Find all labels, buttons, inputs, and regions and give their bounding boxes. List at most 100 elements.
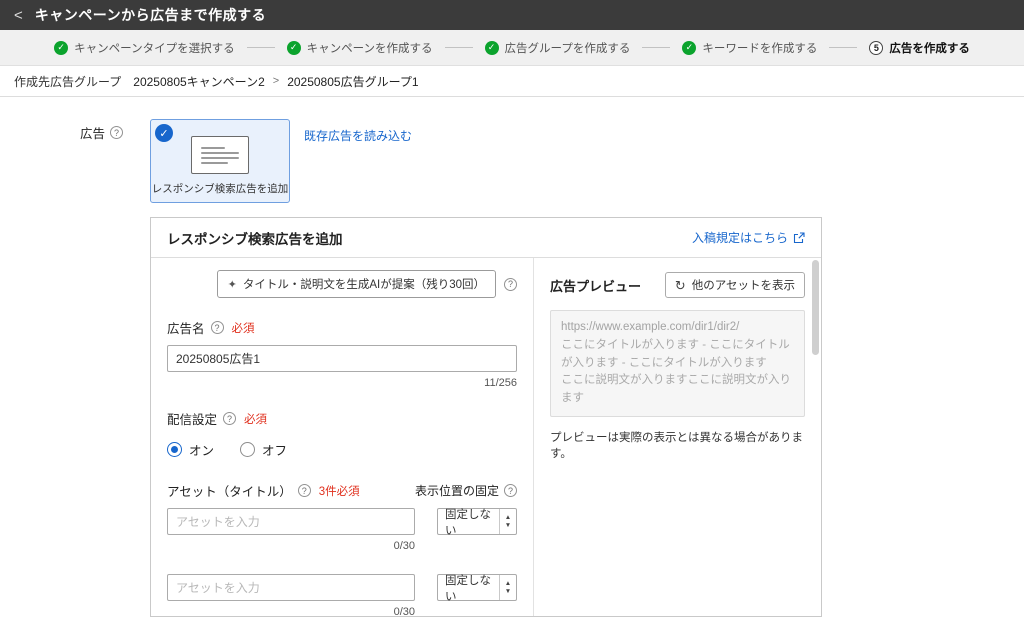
position-select-1[interactable]: 固定しない ▲ ▼	[437, 508, 517, 537]
show-other-assets-button[interactable]: ↻ 他のアセットを表示	[664, 272, 805, 298]
preview-title: 広告プレビュー	[550, 278, 642, 294]
step-label: 広告グループを作成する	[504, 42, 631, 55]
preview-url: https://www.example.com/dir1/dir2/	[561, 321, 740, 333]
ai-suggest-row: ✦ タイトル・説明文を生成AIが提案（残り30回） ?	[167, 270, 517, 298]
refresh-icon: ↻	[674, 277, 686, 293]
sparkle-icon: ✦	[227, 278, 237, 291]
radio-unselected-icon	[240, 442, 256, 457]
icon-line	[201, 146, 225, 149]
step-number-icon: 5	[869, 40, 884, 55]
guideline-link-text: 入稿規定はこちら	[691, 231, 788, 245]
caret-up-icon: ▲	[504, 514, 512, 522]
main-content: 広告 ? ✓ レスポンシブ検索広告を追加 既存広告を読み込む レスポンシブ検索広…	[0, 97, 1024, 618]
asset-title-input-2[interactable]	[167, 574, 415, 601]
step-create-campaign: ✓ キャンペーンを作成する	[286, 40, 433, 56]
asset-title-input-1[interactable]	[167, 508, 415, 535]
breadcrumb-prefix: 作成先広告グループ	[14, 74, 122, 89]
back-icon[interactable]: <	[14, 8, 23, 23]
radio-label-off: オフ	[262, 444, 288, 458]
asset-header-row: アセット（タイトル） ? 3件必須 表示位置の固定 ?	[167, 481, 517, 500]
step-check-icon: ✓	[682, 40, 697, 55]
asset-row-1: 0/30 固定しない ▲ ▼	[167, 500, 517, 552]
help-icon[interactable]: ?	[223, 412, 237, 425]
caret-up-icon: ▲	[504, 580, 512, 588]
asset-row-2: 0/30 固定しない ▲ ▼	[167, 566, 517, 618]
breadcrumb-ad-group: 20250805広告グループ1	[287, 74, 419, 89]
preview-headline: ここにタイトルが入ります - ここにタイトルが入ります - ここにタイトルが入り…	[561, 338, 790, 369]
ad-preview-box: https://www.example.com/dir1/dir2/ ここにタイ…	[550, 310, 805, 418]
step-create-keywords: ✓ キーワードを作成する	[682, 40, 817, 56]
help-icon[interactable]: ?	[504, 484, 517, 497]
delivery-label: 配信設定	[167, 413, 218, 427]
step-label: 広告を作成する	[889, 42, 970, 55]
position-select-2[interactable]: 固定しない ▲ ▼	[437, 574, 517, 603]
responsive-search-ad-card[interactable]: ✓ レスポンシブ検索広告を追加	[150, 119, 290, 203]
help-icon[interactable]: ?	[210, 321, 224, 334]
ad-form-column: ✦ タイトル・説明文を生成AIが提案（残り30回） ? 広告名 ? 必須 11/…	[151, 258, 534, 618]
ai-button-label: タイトル・説明文を生成AIが提案（残り30回）	[242, 279, 485, 291]
asset-title-label: アセット（タイトル）	[167, 485, 292, 499]
delivery-radio-group: オン オフ	[167, 440, 517, 459]
page-title: キャンペーンから広告まで作成する	[34, 7, 267, 23]
step-check-icon: ✓	[484, 40, 499, 55]
step-check-icon: ✓	[54, 40, 69, 55]
preview-description: ここに説明文が入りますここに説明文が入ります	[561, 374, 791, 405]
radio-label-on: オン	[189, 444, 215, 458]
step-label: キャンペーンを作成する	[306, 42, 433, 55]
chevron-right-icon: >	[272, 75, 280, 87]
panel-header: レスポンシブ検索広告を追加 入稿規定はこちら	[151, 218, 821, 258]
responsive-ad-panel: レスポンシブ検索広告を追加 入稿規定はこちら ✦ タイトル・説明文を生成AIが提…	[150, 217, 822, 618]
step-separator	[444, 47, 473, 48]
caret-down-icon: ▼	[504, 521, 512, 529]
step-separator	[829, 47, 858, 48]
step-create-ad-group: ✓ 広告グループを作成する	[484, 40, 631, 56]
required-badge: 必須	[231, 322, 255, 335]
ad-name-label-row: 広告名 ? 必須	[167, 318, 517, 337]
preview-note: プレビューは実際の表示とは異なる場合があります。	[550, 432, 803, 461]
delivery-label-row: 配信設定 ? 必須	[167, 409, 517, 428]
delivery-off-radio[interactable]: オフ	[240, 440, 287, 459]
select-spinner-icon: ▲ ▼	[499, 575, 516, 600]
icon-line	[201, 151, 239, 154]
asset-input-wrap: 0/30	[167, 500, 415, 552]
caret-down-icon: ▼	[504, 587, 512, 595]
step-label: キーワードを作成する	[702, 42, 818, 55]
position-select-value: 固定しない	[445, 508, 491, 537]
delivery-on-radio[interactable]: オン	[167, 440, 214, 459]
ad-field-label: 広告 ?	[80, 119, 150, 142]
help-icon[interactable]: ?	[297, 484, 311, 497]
help-icon[interactable]: ?	[504, 277, 517, 291]
selected-check-icon: ✓	[155, 124, 173, 142]
breadcrumb: 作成先広告グループ 20250805キャンペーン2 > 20250805広告グル…	[0, 66, 1024, 97]
icon-line	[201, 156, 239, 159]
external-link-icon	[793, 231, 805, 243]
step-label: キャンペーンタイプを選択する	[74, 42, 235, 55]
load-existing-ad-link[interactable]: 既存広告を読み込む	[304, 127, 412, 144]
card-label: レスポンシブ検索広告を追加	[151, 183, 289, 195]
required-badge: 必須	[244, 413, 268, 426]
ad-name-char-counter: 11/256	[484, 377, 517, 389]
refresh-button-label: 他のアセットを表示	[691, 280, 795, 292]
ad-document-icon	[191, 136, 249, 174]
panel-body: ✦ タイトル・説明文を生成AIが提案（残り30回） ? 広告名 ? 必須 11/…	[151, 258, 821, 618]
panel-title: レスポンシブ検索広告を追加	[167, 231, 343, 247]
step-separator	[246, 47, 275, 48]
progress-stepper: ✓ キャンペーンタイプを選択する ✓ キャンペーンを作成する ✓ 広告グループを…	[0, 30, 1024, 66]
panel-scrollbar[interactable]	[812, 260, 819, 355]
position-select-value: 固定しない	[445, 574, 491, 603]
ad-label-text: 広告	[80, 127, 106, 141]
position-fixed-label-group: 表示位置の固定 ?	[415, 482, 517, 499]
asset-input-wrap: 0/30	[167, 566, 415, 618]
submission-guideline-link[interactable]: 入稿規定はこちら	[692, 229, 805, 246]
ad-name-input[interactable]	[167, 345, 517, 372]
step-check-icon: ✓	[286, 40, 301, 55]
help-icon[interactable]: ?	[110, 126, 124, 139]
select-spinner-icon: ▲ ▼	[499, 509, 516, 534]
asset-char-counter-2: 0/30	[393, 606, 415, 618]
ai-suggest-button[interactable]: ✦ タイトル・説明文を生成AIが提案（残り30回）	[216, 270, 496, 298]
preview-header: 広告プレビュー ↻ 他のアセットを表示	[550, 272, 805, 298]
asset-char-counter-1: 0/30	[393, 540, 415, 552]
ad-name-label: 広告名	[167, 322, 205, 336]
ad-type-row: 広告 ? ✓ レスポンシブ検索広告を追加 既存広告を読み込む	[0, 97, 1024, 203]
step-select-campaign-type: ✓ キャンペーンタイプを選択する	[54, 40, 235, 56]
